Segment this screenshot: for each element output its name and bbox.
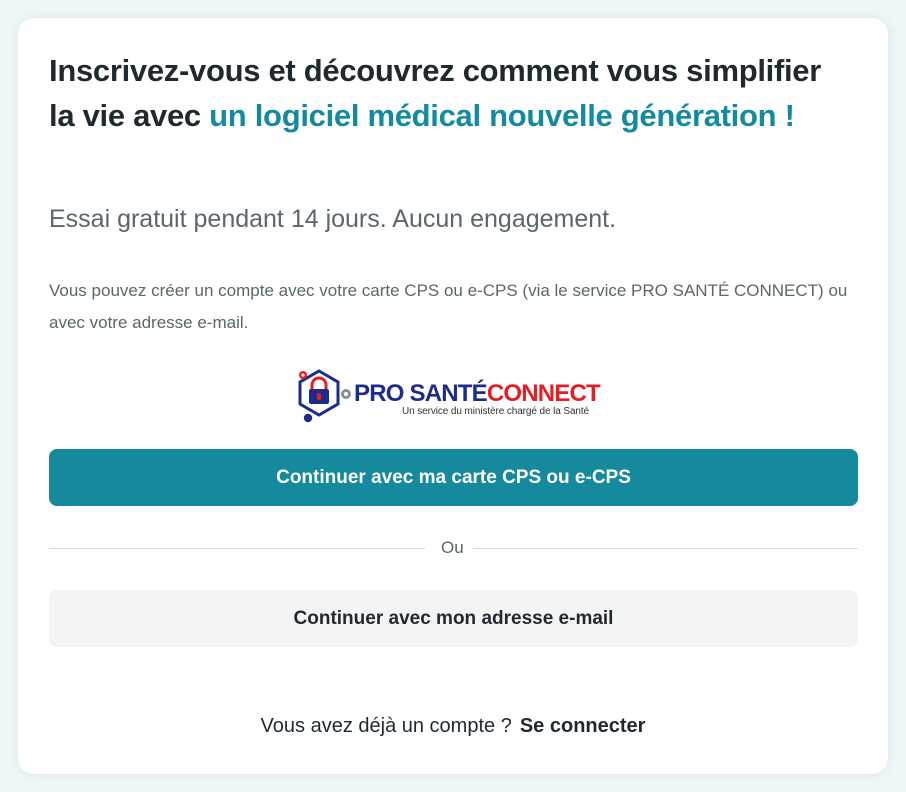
pro-sante-connect-wordmark: PRO SANTÉCONNECT	[354, 380, 601, 407]
login-link[interactable]: Se connecter	[520, 715, 646, 737]
continue-with-email-button[interactable]: Continuer avec mon adresse e-mail	[49, 590, 858, 647]
logo-word-connect: CONNECT	[486, 380, 601, 407]
logo-word-sante: SANTÉ	[409, 380, 487, 407]
logo-word-pro: PRO	[354, 380, 404, 407]
logo-tagline: Un service du ministère chargé de la San…	[402, 406, 590, 417]
login-prompt-row: Vous avez déjà un compte ? Se connecter	[18, 712, 888, 740]
title-highlight: un logiciel médical nouvelle génération …	[209, 98, 795, 133]
login-prompt-text: Vous avez déjà un compte ?	[260, 715, 512, 737]
signup-description: Vous pouvez créer un compte avec votre c…	[49, 281, 848, 332]
divider-line-left	[49, 548, 425, 549]
page-title: Inscrivez-vous et découvrez comment vous…	[49, 48, 849, 138]
divider-line-right	[473, 548, 858, 549]
or-divider: Ou	[49, 537, 858, 559]
continue-with-cps-button[interactable]: Continuer avec ma carte CPS ou e-CPS	[49, 449, 858, 506]
pro-sante-connect-emblem-icon	[298, 369, 351, 423]
trial-subtitle: Essai gratuit pendant 14 jours. Aucun en…	[49, 205, 617, 233]
signup-card: Inscrivez-vous et découvrez comment vous…	[18, 18, 888, 774]
pro-sante-connect-logo: PRO SANTÉCONNECT Un service du ministère…	[286, 361, 626, 431]
divider-label: Ou	[441, 538, 464, 557]
